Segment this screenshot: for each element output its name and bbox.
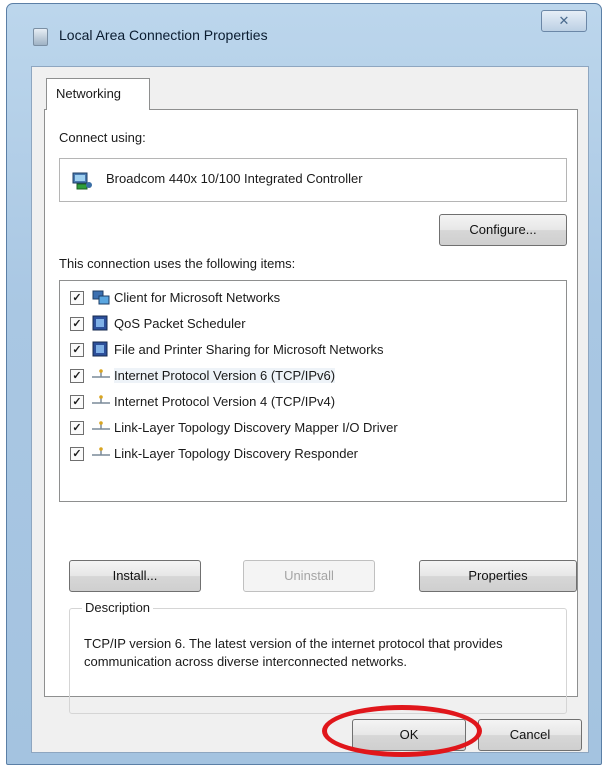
- item-label: Link-Layer Topology Discovery Mapper I/O…: [114, 420, 398, 435]
- network-service-icon: [92, 341, 108, 357]
- properties-dialog: Local Area Connection Properties ✕ Netwo…: [6, 3, 602, 765]
- adapter-field: Broadcom 440x 10/100 Integrated Controll…: [59, 158, 567, 202]
- item-label: Client for Microsoft Networks: [114, 290, 281, 305]
- network-adapter-icon: [72, 172, 92, 190]
- list-item[interactable]: ✓ Internet Protocol Version 6 (TCP/IPv6): [70, 365, 550, 389]
- protocol-icon: [92, 447, 110, 456]
- item-checkbox[interactable]: ✓: [70, 317, 84, 331]
- item-checkbox[interactable]: ✓: [70, 421, 84, 435]
- uninstall-button[interactable]: Uninstall: [243, 560, 375, 592]
- list-item[interactable]: ✓ File and Printer Sharing for Microsoft…: [70, 339, 550, 363]
- ok-highlight-annotation: [322, 705, 482, 757]
- list-item[interactable]: ✓ Link-Layer Topology Discovery Responde…: [70, 443, 550, 467]
- protocol-icon: [92, 421, 110, 430]
- list-item[interactable]: ✓ QoS Packet Scheduler: [70, 313, 550, 337]
- connect-using-label: Connect using:: [59, 130, 146, 145]
- item-checkbox[interactable]: ✓: [70, 369, 84, 383]
- cancel-button[interactable]: Cancel: [478, 719, 582, 751]
- items-list[interactable]: ✓ Client for Microsoft Networks ✓ QoS Pa…: [59, 280, 567, 502]
- item-label: Internet Protocol Version 4 (TCP/IPv4): [114, 394, 336, 409]
- description-title: Description: [82, 600, 154, 615]
- items-label: This connection uses the following items…: [59, 256, 296, 271]
- description-text: TCP/IP version 6. The latest version of …: [84, 636, 503, 669]
- item-label: QoS Packet Scheduler: [114, 316, 246, 331]
- list-item[interactable]: ✓ Link-Layer Topology Discovery Mapper I…: [70, 417, 550, 441]
- item-label: Link-Layer Topology Discovery Responder: [114, 446, 358, 461]
- install-button[interactable]: Install...: [69, 560, 201, 592]
- networking-panel: Connect using: Broadcom 440x 10/100 Inte…: [44, 109, 578, 714]
- properties-button[interactable]: Properties: [419, 560, 577, 592]
- item-checkbox[interactable]: ✓: [70, 291, 84, 305]
- protocol-icon: [92, 395, 110, 404]
- item-label: File and Printer Sharing for Microsoft N…: [114, 342, 384, 357]
- close-icon: ✕: [558, 13, 570, 28]
- protocol-icon: [92, 369, 110, 378]
- close-button[interactable]: ✕: [541, 10, 587, 32]
- configure-button[interactable]: Configure...: [439, 214, 567, 246]
- connection-icon: [33, 28, 48, 46]
- list-item[interactable]: ✓ Client for Microsoft Networks: [70, 287, 550, 311]
- network-client-icon: [92, 290, 110, 305]
- window-title: Local Area Connection Properties: [59, 27, 268, 43]
- item-checkbox[interactable]: ✓: [70, 395, 84, 409]
- dialog-body: Networking Connect using: Broadcom 440x …: [31, 66, 589, 753]
- tab-label: Networking: [56, 86, 122, 101]
- item-checkbox[interactable]: ✓: [70, 343, 84, 357]
- item-checkbox[interactable]: ✓: [70, 447, 84, 461]
- tab-networking[interactable]: Networking: [46, 78, 150, 110]
- list-item[interactable]: ✓ Internet Protocol Version 4 (TCP/IPv4): [70, 391, 550, 415]
- title-bar[interactable]: Local Area Connection Properties ✕: [7, 4, 601, 66]
- network-service-icon: [92, 315, 108, 331]
- item-label: Internet Protocol Version 6 (TCP/IPv6): [114, 368, 336, 383]
- description-group: Description TCP/IP version 6. The latest…: [69, 600, 567, 714]
- adapter-name: Broadcom 440x 10/100 Integrated Controll…: [106, 171, 363, 186]
